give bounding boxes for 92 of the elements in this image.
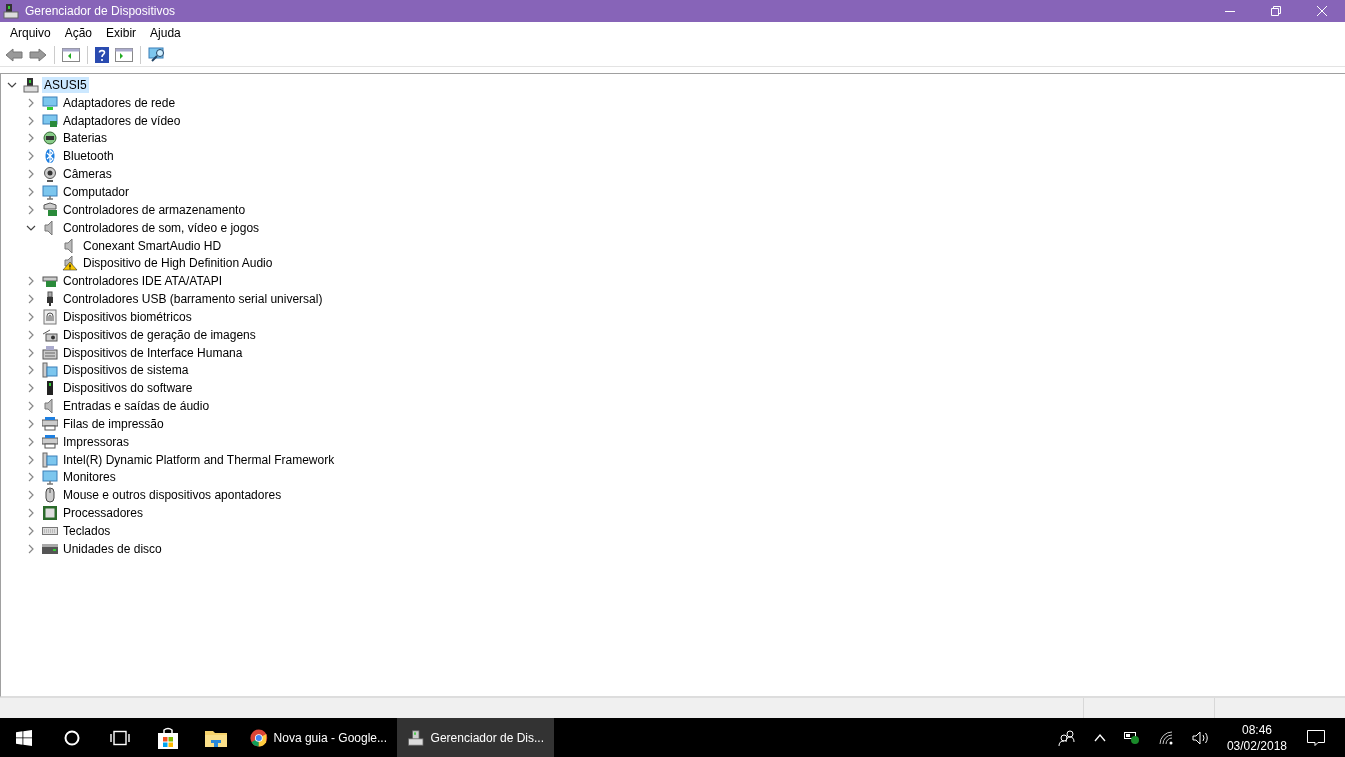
action-pane-icon[interactable]: [115, 48, 133, 62]
tree-item[interactable]: Adaptadores de rede: [61, 94, 178, 111]
chevron-right-icon[interactable]: [26, 311, 36, 322]
chevron-right-icon[interactable]: [26, 508, 36, 519]
tree-item[interactable]: Adaptadores de vídeo: [61, 112, 183, 129]
storage-controller-icon: [42, 201, 58, 218]
chevron-right-icon[interactable]: [26, 115, 36, 126]
tree-item[interactable]: Câmeras: [61, 166, 114, 183]
tree-item[interactable]: Controladores de som, vídeo e jogos: [61, 219, 262, 236]
chevron-right-icon[interactable]: [26, 347, 36, 358]
input-device-icon: [42, 344, 58, 361]
chevron-right-icon[interactable]: [26, 383, 36, 394]
menu-item[interactable]: Arquivo: [3, 26, 58, 40]
tree-item[interactable]: Conexant SmartAudio HD: [81, 237, 224, 254]
ide-controller-icon: [42, 273, 58, 290]
menu-item[interactable]: Exibir: [99, 26, 144, 40]
chevron-right-icon[interactable]: [26, 436, 36, 447]
speaker-icon[interactable]: [1191, 730, 1210, 745]
tree-item[interactable]: Entradas e saídas de áudio: [61, 398, 212, 415]
task-view-icon: [110, 729, 130, 746]
chevron-right-icon[interactable]: [26, 329, 36, 340]
chevron-right-icon[interactable]: [26, 401, 36, 412]
display-card-icon: [42, 112, 58, 129]
chevron-right-icon[interactable]: [26, 133, 36, 144]
clock-time[interactable]: 08:46: [1241, 721, 1272, 738]
taskbar-app-button[interactable]: Gerenciador de Dis...: [397, 718, 554, 757]
monitor-icon: [42, 184, 58, 200]
chevron-right-icon[interactable]: [26, 187, 36, 197]
system-device-icon: [42, 451, 58, 468]
shopping-bag-icon: [157, 726, 179, 749]
tree-item[interactable]: Mouse e outros dispositivos apontadores: [61, 487, 284, 504]
chevron-right-icon[interactable]: [26, 97, 36, 108]
tree-item[interactable]: Controladores de armazenamento: [61, 201, 248, 218]
window-title: Gerenciador de Dispositivos: [25, 4, 177, 18]
chevron-right-icon[interactable]: [26, 294, 36, 305]
tree-item[interactable]: Controladores IDE ATA/ATAPI: [61, 273, 225, 290]
tree-item[interactable]: Dispositivos de geração de imagens: [61, 326, 258, 343]
tree-item[interactable]: Dispositivo de High Definition Audio: [81, 255, 275, 272]
webcam-icon: [42, 166, 58, 183]
folder-icon: [205, 728, 227, 747]
restore-icon: [1271, 6, 1281, 16]
console-tree-icon[interactable]: [62, 48, 80, 62]
people-icon[interactable]: [1057, 729, 1076, 746]
circle-icon: [64, 729, 80, 746]
tree-item[interactable]: Dispositivos biométricos: [61, 308, 194, 325]
monitor-magnifier-icon[interactable]: [148, 47, 166, 63]
tree-item[interactable]: Processadores: [61, 505, 146, 522]
network-adapter-icon: [42, 94, 58, 111]
computer-icon: [23, 76, 39, 93]
windows-logo-icon: [16, 729, 32, 746]
chevron-right-icon[interactable]: [26, 151, 36, 162]
tree-item[interactable]: Dispositivos de sistema: [61, 362, 191, 379]
wifi-icon[interactable]: [1157, 730, 1174, 745]
tree-item[interactable]: Bluetooth: [61, 148, 116, 165]
tree-item[interactable]: Computador: [61, 184, 132, 200]
tree-item[interactable]: Intel(R) Dynamic Platform and Thermal Framework: [61, 451, 337, 468]
chevron-right-icon[interactable]: [26, 204, 36, 215]
chevron-right-icon[interactable]: [26, 543, 36, 554]
tree-item[interactable]: Teclados: [61, 523, 113, 539]
tree-item[interactable]: ASUSI5: [42, 76, 89, 93]
chevron-right-icon[interactable]: [26, 418, 36, 429]
menu-item[interactable]: Ajuda: [143, 26, 188, 40]
chevron-right-icon[interactable]: [26, 490, 36, 501]
chevron-right-icon[interactable]: [26, 365, 36, 376]
tree-item[interactable]: Controladores USB (barramento serial universal): [61, 291, 325, 308]
printer-icon: [42, 415, 58, 432]
chevron-up-icon[interactable]: [1093, 733, 1106, 742]
back-arrow-icon[interactable]: [5, 48, 23, 62]
notification-icon[interactable]: [1307, 729, 1325, 746]
tree-item[interactable]: Monitores: [61, 469, 118, 486]
tree-item[interactable]: Unidades de disco: [61, 540, 164, 557]
tree-item[interactable]: Filas de impressão: [61, 415, 166, 432]
taskbar-app-button[interactable]: Nova guia - Google...: [240, 718, 397, 757]
chevron-right-icon[interactable]: [26, 472, 36, 483]
chevron-right-icon[interactable]: [26, 526, 36, 536]
help-icon[interactable]: [95, 47, 109, 63]
clock-date[interactable]: 03/02/2018: [1226, 737, 1287, 754]
tree-item[interactable]: Dispositivos de Interface Humana: [61, 344, 245, 361]
processor-icon: [42, 505, 58, 522]
forward-arrow-icon[interactable]: [29, 48, 47, 62]
device-manager-icon: [3, 3, 19, 19]
tree-item[interactable]: Impressoras: [61, 433, 132, 450]
menu-item[interactable]: Ação: [57, 26, 100, 40]
system-device-icon: [42, 362, 58, 379]
chevron-right-icon[interactable]: [26, 454, 36, 465]
chevron-right-icon[interactable]: [26, 276, 36, 287]
printer-icon: [42, 433, 58, 450]
monitor-icon: [42, 469, 58, 486]
chevron-right-icon[interactable]: [26, 169, 36, 180]
close-icon: [1317, 6, 1327, 16]
tree-item[interactable]: Dispositivos do software: [61, 380, 195, 397]
tree-item[interactable]: Baterias: [61, 130, 110, 147]
